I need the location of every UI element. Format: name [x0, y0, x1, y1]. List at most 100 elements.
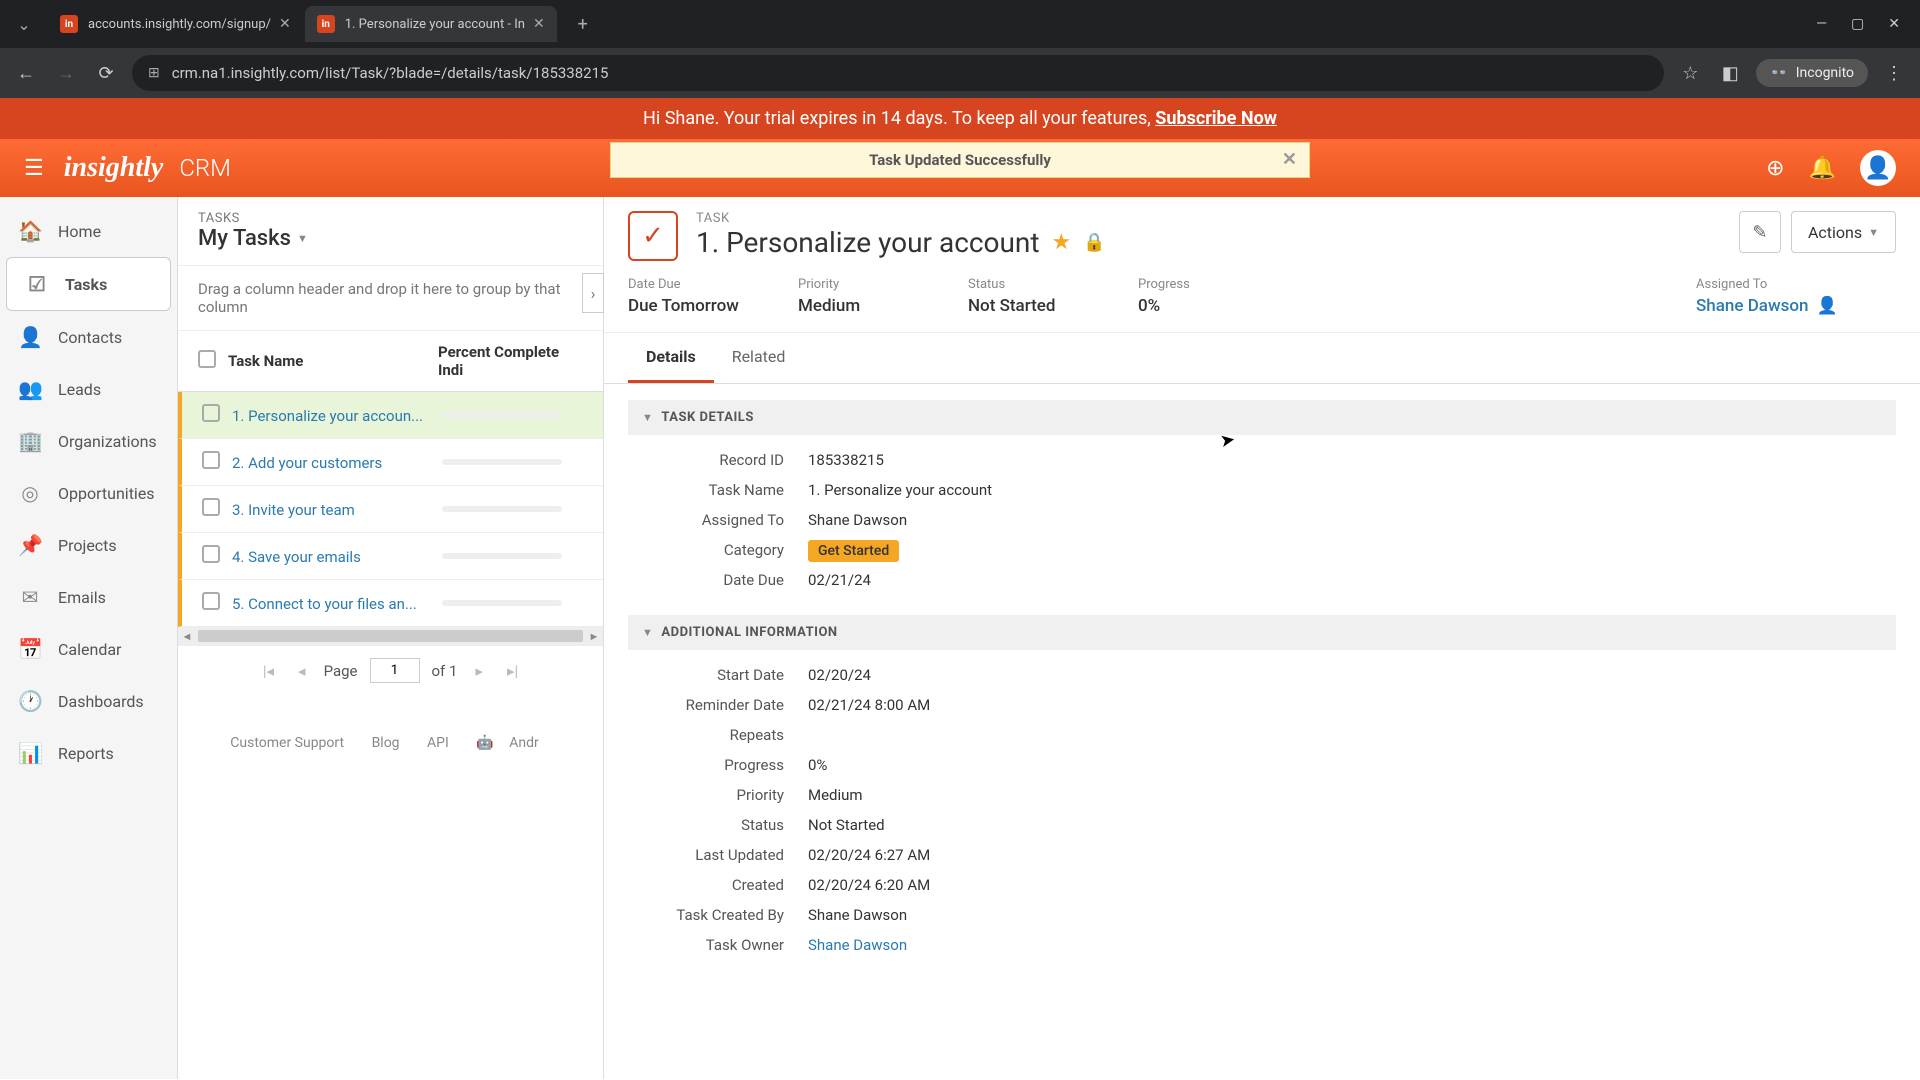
sidebar-item-calendar[interactable]: 📅Calendar [0, 623, 177, 675]
sidebar-item-dashboards[interactable]: 🕐Dashboards [0, 675, 177, 727]
task-link[interactable]: 1. Personalize your accoun... [232, 407, 423, 425]
minimize-icon[interactable]: — [1816, 16, 1827, 32]
task-link[interactable]: 4. Save your emails [232, 548, 361, 566]
logo[interactable]: insightly [64, 152, 164, 184]
column-task-name[interactable]: Task Name [228, 352, 438, 370]
list-category: TASKS [198, 211, 583, 226]
task-link[interactable]: 2. Add your customers [232, 454, 382, 472]
gauge-icon: 🕐 [18, 689, 42, 713]
summary-value-progress: 0% [1138, 296, 1268, 316]
table-row[interactable]: 3. Invite your team [178, 486, 603, 533]
field-row: Reminder Date02/21/24 8:00 AM [628, 690, 1896, 720]
table-row[interactable]: 1. Personalize your accoun... [178, 392, 603, 439]
tab-details[interactable]: Details [628, 333, 714, 383]
last-page-button[interactable]: ▸| [501, 662, 524, 680]
chevron-down-icon: ▼ [1868, 226, 1879, 239]
row-checkbox[interactable] [202, 451, 220, 469]
page-input[interactable] [370, 658, 420, 683]
forward-button[interactable]: → [52, 59, 80, 87]
task-link[interactable]: 3. Invite your team [232, 501, 355, 519]
panel-collapse-toggle[interactable]: › [582, 273, 604, 313]
star-icon[interactable]: ★ [1052, 230, 1072, 255]
table-row[interactable]: 4. Save your emails [178, 533, 603, 580]
summary-value-priority: Medium [798, 296, 928, 316]
panel-icon[interactable]: ◧ [1716, 63, 1744, 84]
select-all-checkbox[interactable] [198, 350, 216, 368]
horizontal-scrollbar[interactable]: ◄ ► [178, 627, 603, 645]
row-checkbox[interactable] [202, 404, 220, 422]
summary-value-assigned-to[interactable]: Shane Dawson 👤 [1696, 296, 1896, 316]
support-link[interactable]: Customer Support [230, 735, 344, 751]
tab-related[interactable]: Related [714, 333, 804, 383]
scroll-right-icon[interactable]: ► [585, 630, 603, 643]
tab-search-dropdown[interactable]: ⌄ [8, 8, 40, 40]
row-checkbox[interactable] [202, 498, 220, 516]
field-label: Assigned To [628, 511, 808, 529]
close-window-icon[interactable]: ✕ [1888, 16, 1900, 32]
sidebar-item-label: Contacts [58, 328, 122, 347]
url-bar[interactable]: ⊞ crm.na1.insightly.com/list/Task/?blade… [132, 55, 1664, 91]
sidebar-item-organizations[interactable]: 🏢Organizations [0, 415, 177, 467]
field-label: Last Updated [628, 846, 808, 864]
row-checkbox[interactable] [202, 592, 220, 610]
blog-link[interactable]: Blog [372, 735, 400, 751]
bookmark-star-icon[interactable]: ☆ [1676, 63, 1704, 84]
summary-label: Status [968, 277, 1098, 292]
field-value: 02/21/24 [808, 571, 871, 589]
field-value: 02/20/24 6:27 AM [808, 846, 930, 864]
reload-button[interactable]: ⟳ [92, 59, 120, 87]
sidebar-item-home[interactable]: 🏠Home [0, 205, 177, 257]
scroll-thumb[interactable] [198, 630, 583, 642]
scroll-left-icon[interactable]: ◄ [178, 630, 196, 643]
menu-icon[interactable]: ⋮ [1880, 63, 1908, 84]
group-drop-hint[interactable]: Drag a column header and drop it here to… [178, 265, 603, 331]
subscribe-link[interactable]: Subscribe Now [1155, 108, 1277, 129]
column-percent-complete[interactable]: Percent Complete Indi [438, 343, 583, 379]
sidebar-item-label: Calendar [58, 640, 121, 659]
close-icon[interactable]: ✕ [533, 16, 545, 32]
browser-tab-2[interactable]: in 1. Personalize your account - In ✕ [305, 6, 557, 42]
field-row: Task Name1. Personalize your account [628, 475, 1896, 505]
sidebar-item-leads[interactable]: 👥Leads [0, 363, 177, 415]
sidebar-item-contacts[interactable]: 👤Contacts [0, 311, 177, 363]
field-row: Assigned ToShane Dawson [628, 505, 1896, 535]
row-checkbox[interactable] [202, 545, 220, 563]
new-tab-button[interactable]: + [567, 8, 599, 40]
close-icon[interactable]: ✕ [1282, 149, 1297, 170]
incognito-icon: 👓 [1770, 65, 1787, 81]
section-header-additional[interactable]: ▼ADDITIONAL INFORMATION [628, 615, 1896, 650]
browser-tab-1[interactable]: in accounts.insightly.com/signup/ ✕ [48, 6, 303, 42]
list-title-dropdown[interactable]: My Tasks▼ [198, 226, 583, 251]
android-link[interactable]: 🤖 Andr [476, 735, 550, 751]
bell-icon[interactable]: 🔔 [1809, 156, 1836, 181]
edit-button[interactable]: ✎ [1739, 211, 1781, 253]
detail-header: ✓ TASK 1. Personalize your account ★ 🔒 ✎… [604, 197, 1920, 261]
sidebar-item-projects[interactable]: 📌Projects [0, 519, 177, 571]
table-header: Task Name Percent Complete Indi [178, 331, 603, 392]
site-settings-icon[interactable]: ⊞ [148, 65, 160, 81]
api-link[interactable]: API [427, 735, 449, 751]
field-value-link[interactable]: Shane Dawson [808, 936, 907, 954]
table-row[interactable]: 2. Add your customers [178, 439, 603, 486]
prev-page-button[interactable]: ◂ [292, 662, 312, 680]
section-header-task-details[interactable]: ▼TASK DETAILS [628, 400, 1896, 435]
progress-bar [442, 600, 562, 606]
back-button[interactable]: ← [12, 59, 40, 87]
close-icon[interactable]: ✕ [279, 16, 291, 32]
sidebar-item-tasks[interactable]: ☑Tasks [6, 257, 171, 311]
hamburger-icon[interactable]: ☰ [24, 156, 44, 181]
incognito-badge[interactable]: 👓 Incognito [1756, 59, 1868, 87]
maximize-icon[interactable]: ▢ [1851, 16, 1864, 32]
sidebar-item-opportunities[interactable]: ◎Opportunities [0, 467, 177, 519]
avatar[interactable]: 👤 [1860, 150, 1896, 186]
lock-icon[interactable]: 🔒 [1083, 232, 1105, 253]
field-value: Not Started [808, 816, 885, 834]
next-page-button[interactable]: ▸ [469, 662, 489, 680]
first-page-button[interactable]: |◂ [257, 662, 280, 680]
add-button[interactable]: ⊕ [1766, 156, 1784, 181]
sidebar-item-emails[interactable]: ✉Emails [0, 571, 177, 623]
sidebar-item-reports[interactable]: 📊Reports [0, 727, 177, 779]
table-row[interactable]: 5. Connect to your files an... [178, 580, 603, 627]
task-link[interactable]: 5. Connect to your files an... [232, 595, 417, 613]
actions-dropdown[interactable]: Actions ▼ [1791, 211, 1896, 253]
